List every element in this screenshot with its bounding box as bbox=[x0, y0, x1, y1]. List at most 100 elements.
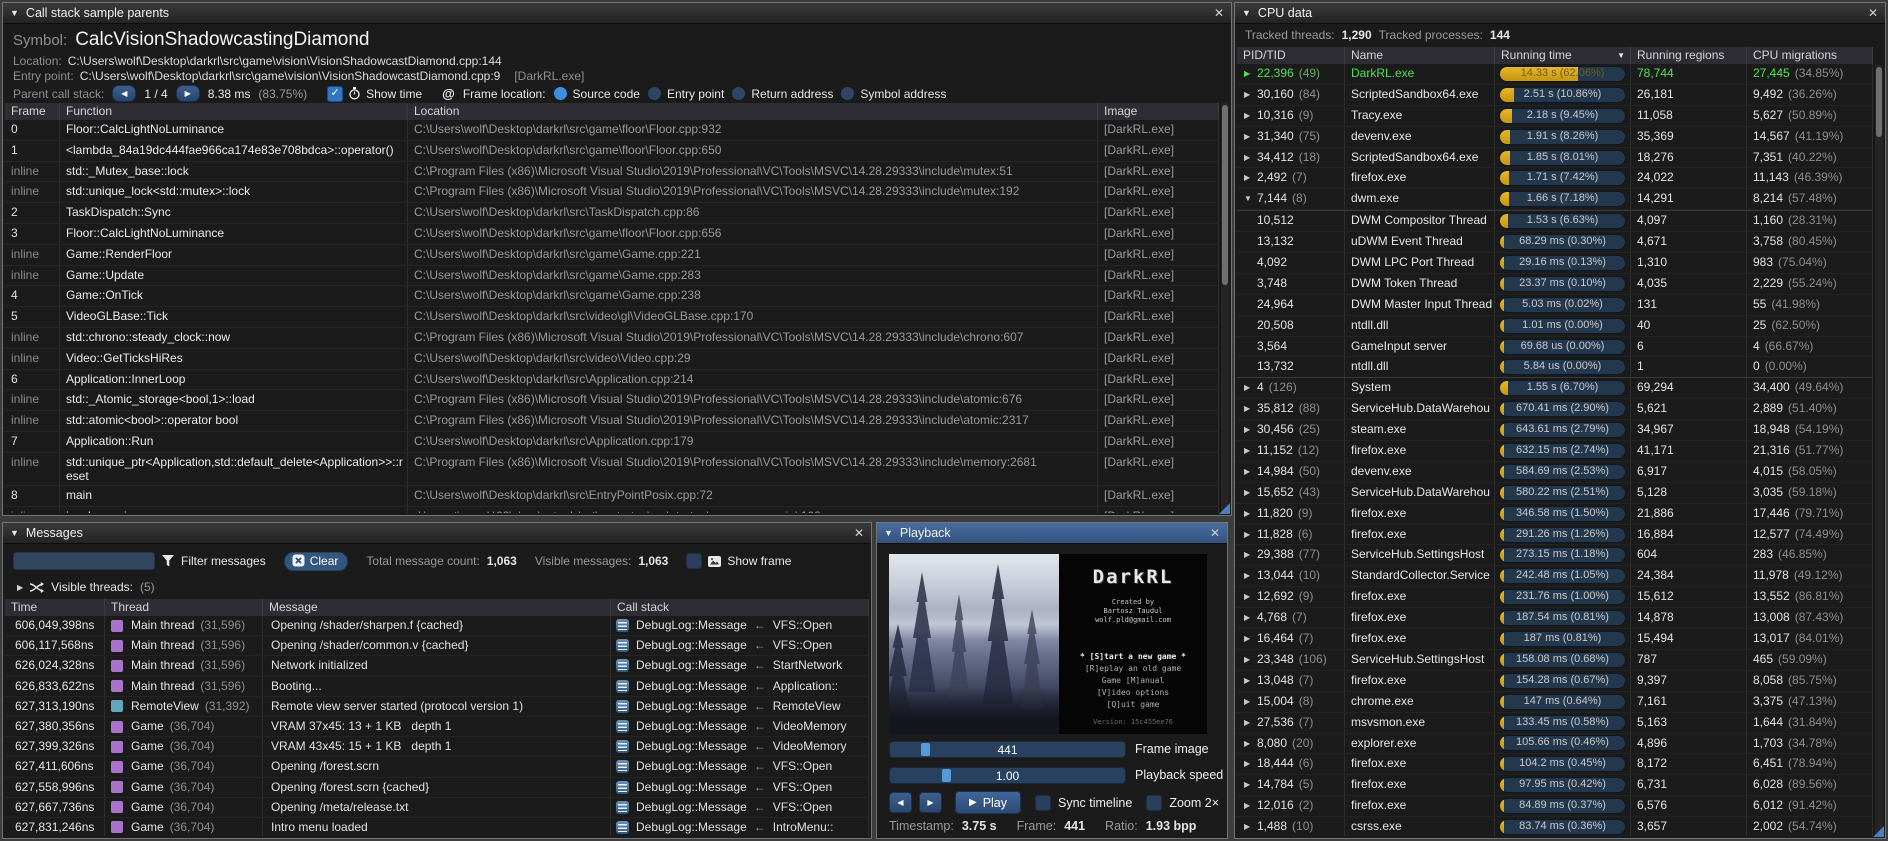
cpu-process-row[interactable]: 20,508ntdll.dll1.01 ms (0.00%)4025(62.50… bbox=[1237, 316, 1873, 337]
cpu-process-row[interactable]: ▶13,044(10)StandardCollector.Service242.… bbox=[1237, 566, 1873, 587]
col-cpu-migrations[interactable]: CPU migrations bbox=[1747, 47, 1873, 64]
tree-collapsed-icon[interactable]: ▶ bbox=[1244, 441, 1257, 461]
next-callstack-button[interactable]: ▶ bbox=[176, 85, 200, 102]
callstack-icon[interactable] bbox=[616, 720, 629, 733]
message-row[interactable]: 627,667,736nsGame(36,704)Opening /meta/r… bbox=[5, 798, 869, 818]
callstack-icon[interactable] bbox=[616, 700, 629, 713]
tree-collapsed-icon[interactable]: ▶ bbox=[1244, 545, 1257, 565]
message-row[interactable]: 627,313,190nsRemoteView(31,392)Remote vi… bbox=[5, 697, 869, 717]
callstack-row[interactable]: 6Application::InnerLoopC:\Users\wolf\Des… bbox=[5, 370, 1219, 391]
col-location[interactable]: Location bbox=[408, 103, 1098, 120]
cpu-process-row[interactable]: ▶27,536(7)msvsmon.exe133.45 ms (0.58%)5,… bbox=[1237, 713, 1873, 734]
cpu-process-row[interactable]: ▶12,016(2)firefox.exe84.89 ms (0.37%)6,5… bbox=[1237, 796, 1873, 817]
message-row[interactable]: 627,380,356nsGame(36,704)VRAM 37x45: 13 … bbox=[5, 717, 869, 737]
tree-collapsed-icon[interactable]: ▶ bbox=[1244, 483, 1257, 503]
callstack-icon[interactable] bbox=[616, 659, 629, 672]
tree-collapsed-icon[interactable]: ▶ bbox=[1244, 127, 1257, 147]
resize-grip[interactable] bbox=[1219, 503, 1230, 514]
callstack-row[interactable]: 4Game::OnTickC:\Users\wolf\Desktop\darkr… bbox=[5, 286, 1219, 307]
tree-collapsed-icon[interactable]: ▶ bbox=[1244, 566, 1257, 586]
playback-speed-slider[interactable]: 1.00 bbox=[889, 767, 1126, 784]
cpu-process-row[interactable]: ▶4(126)System1.55 s (6.70%)69,29434,400(… bbox=[1237, 378, 1873, 399]
callstack-icon[interactable] bbox=[616, 740, 629, 753]
col-function[interactable]: Function bbox=[60, 103, 408, 120]
cpu-process-row[interactable]: ▶30,160(84)ScriptedSandbox64.exe2.51 s (… bbox=[1237, 85, 1873, 106]
cpu-process-row[interactable]: ▶34,412(18)ScriptedSandbox64.exe1.85 s (… bbox=[1237, 148, 1873, 169]
message-row[interactable]: 626,024,328nsMain thread(31,596)Network … bbox=[5, 656, 869, 676]
col-pid[interactable]: PID/TID bbox=[1237, 47, 1345, 64]
cpu-process-row[interactable]: ▶15,004(8)chrome.exe147 ms (0.64%)7,1613… bbox=[1237, 692, 1873, 713]
tree-collapsed-icon[interactable]: ▶ bbox=[1244, 587, 1257, 607]
col-thread[interactable]: Thread bbox=[105, 599, 263, 616]
location-path[interactable]: C:\Users\wolf\Desktop\darkrl\src\game\vi… bbox=[68, 54, 502, 68]
tree-collapsed-icon[interactable]: ▶ bbox=[1244, 85, 1257, 105]
tree-collapsed-icon[interactable]: ▶ bbox=[1244, 462, 1257, 482]
cpu-process-row[interactable]: ▼7,144(8)dwm.exe1.66 s (7.18%)14,2918,21… bbox=[1237, 189, 1873, 210]
cpu-process-row[interactable]: ▶14,784(5)firefox.exe97.95 ms (0.42%)6,7… bbox=[1237, 775, 1873, 796]
callstack-row[interactable]: inlinestd::unique_ptr<Application,std::d… bbox=[5, 453, 1219, 486]
callstack-icon[interactable] bbox=[616, 821, 629, 834]
prev-callstack-button[interactable]: ◀ bbox=[112, 85, 136, 102]
radio-return-address[interactable]: Return address bbox=[732, 87, 833, 101]
tree-collapsed-icon[interactable]: ▶ bbox=[1244, 106, 1257, 126]
radio-entry-point[interactable]: Entry point bbox=[648, 87, 724, 101]
message-row[interactable]: 627,558,996nsGame(36,704)Opening /forest… bbox=[5, 778, 869, 798]
cpu-process-row[interactable]: ▶2,492(7)firefox.exe1.71 s (7.42%)24,022… bbox=[1237, 168, 1873, 189]
callstack-icon[interactable] bbox=[616, 801, 629, 814]
close-icon[interactable]: ✕ bbox=[1210, 527, 1220, 539]
collapse-icon[interactable]: ▼ bbox=[10, 529, 19, 538]
col-message[interactable]: Message bbox=[263, 599, 611, 616]
radio-symbol-address[interactable]: Symbol address bbox=[841, 87, 946, 101]
cpu-process-row[interactable]: ▶31,340(75)devenv.exe1.91 s (8.26%)35,36… bbox=[1237, 127, 1873, 148]
prev-frame-button[interactable]: ◀ bbox=[889, 792, 912, 813]
callstack-row[interactable]: inlineGame::RenderFloorC:\Users\wolf\Des… bbox=[5, 245, 1219, 266]
tree-collapsed-icon[interactable]: ▶ bbox=[1244, 608, 1257, 628]
tree-collapsed-icon[interactable]: ▶ bbox=[1244, 148, 1257, 168]
cpu-process-row[interactable]: 13,732ntdll.dll5.84 us (0.00%)10(0.00%) bbox=[1237, 357, 1873, 378]
cpu-process-row[interactable]: ▶11,828(6)firefox.exe291.26 ms (1.26%)16… bbox=[1237, 525, 1873, 546]
tree-collapsed-icon[interactable]: ▶ bbox=[1244, 378, 1257, 398]
callstack-row[interactable]: inlineVideo::GetTicksHiResC:\Users\wolf\… bbox=[5, 349, 1219, 370]
radio-source-code[interactable]: Source code bbox=[554, 87, 640, 101]
callstack-icon[interactable] bbox=[616, 680, 629, 693]
callstack-row[interactable]: 0Floor::CalcLightNoLuminanceC:\Users\wol… bbox=[5, 120, 1219, 141]
cpu-process-row[interactable]: ▶4,768(7)firefox.exe187.54 ms (0.81%)14,… bbox=[1237, 608, 1873, 629]
callstack-row[interactable]: 5VideoGLBase::TickC:\Users\wolf\Desktop\… bbox=[5, 307, 1219, 328]
callstack-scrollbar[interactable] bbox=[1220, 103, 1229, 513]
callstack-row[interactable]: 2TaskDispatch::SyncC:\Users\wolf\Desktop… bbox=[5, 203, 1219, 224]
collapse-icon[interactable]: ▼ bbox=[1242, 9, 1251, 18]
callstack-row[interactable]: 7Application::RunC:\Users\wolf\Desktop\d… bbox=[5, 432, 1219, 453]
tree-collapsed-icon[interactable]: ▶ bbox=[1244, 168, 1257, 188]
col-running-time[interactable]: Running time▼ bbox=[1495, 47, 1631, 64]
slider-thumb[interactable] bbox=[921, 743, 930, 756]
message-row[interactable]: 627,399,326nsGame(36,704)VRAM 43x45: 15 … bbox=[5, 737, 869, 757]
cpu-process-row[interactable]: 24,964DWM Master Input Thread5.03 ms (0.… bbox=[1237, 295, 1873, 316]
resize-grip[interactable] bbox=[1873, 826, 1884, 837]
tree-collapsed-icon[interactable]: ▶ bbox=[1244, 734, 1257, 754]
cpu-scrollbar[interactable] bbox=[1874, 65, 1883, 836]
cpu-process-row[interactable]: 13,132uDWM Event Thread68.29 ms (0.30%)4… bbox=[1237, 232, 1873, 253]
cpu-process-row[interactable]: 10,512DWM Compositor Thread1.53 s (6.63%… bbox=[1237, 210, 1873, 232]
cpu-process-row[interactable]: ▶30,456(25)steam.exe643.61 ms (2.79%)34,… bbox=[1237, 420, 1873, 441]
close-icon[interactable]: ✕ bbox=[854, 527, 864, 539]
message-row[interactable]: 627,411,606nsGame(36,704)Opening /forest… bbox=[5, 757, 869, 777]
callstack-row[interactable]: 3Floor::CalcLightNoLuminanceC:\Users\wol… bbox=[5, 224, 1219, 245]
col-name[interactable]: Name bbox=[1345, 47, 1495, 64]
tree-collapsed-icon[interactable]: ▶ bbox=[1244, 420, 1257, 440]
tree-collapsed-icon[interactable]: ▶ bbox=[1244, 650, 1257, 670]
cpu-process-row[interactable]: 4,092DWM LPC Port Thread29.16 ms (0.13%)… bbox=[1237, 253, 1873, 274]
message-row[interactable]: 606,117,568nsMain thread(31,596)Opening … bbox=[5, 636, 869, 656]
callstack-icon[interactable] bbox=[616, 639, 629, 652]
cpu-process-row[interactable]: ▶16,464(7)firefox.exe187 ms (0.81%)15,49… bbox=[1237, 629, 1873, 650]
col-running-regions[interactable]: Running regions bbox=[1631, 47, 1747, 64]
callstack-icon[interactable] bbox=[616, 781, 629, 794]
close-icon[interactable]: ✕ bbox=[1868, 7, 1878, 19]
visible-threads-expander[interactable]: ▶ Visible threads: (5) bbox=[17, 580, 155, 594]
cpu-process-row[interactable]: ▶13,048(7)firefox.exe154.28 ms (0.67%)9,… bbox=[1237, 671, 1873, 692]
cpu-process-row[interactable]: ▶23,348(106)ServiceHub.SettingsHost158.0… bbox=[1237, 650, 1873, 671]
collapse-icon[interactable]: ▼ bbox=[884, 529, 893, 538]
clear-button[interactable]: Clear bbox=[284, 552, 349, 571]
tree-collapsed-icon[interactable]: ▶ bbox=[1244, 671, 1257, 691]
callstack-icon[interactable] bbox=[616, 760, 629, 773]
cpu-process-row[interactable]: ▶11,820(9)firefox.exe346.58 ms (1.50%)21… bbox=[1237, 504, 1873, 525]
